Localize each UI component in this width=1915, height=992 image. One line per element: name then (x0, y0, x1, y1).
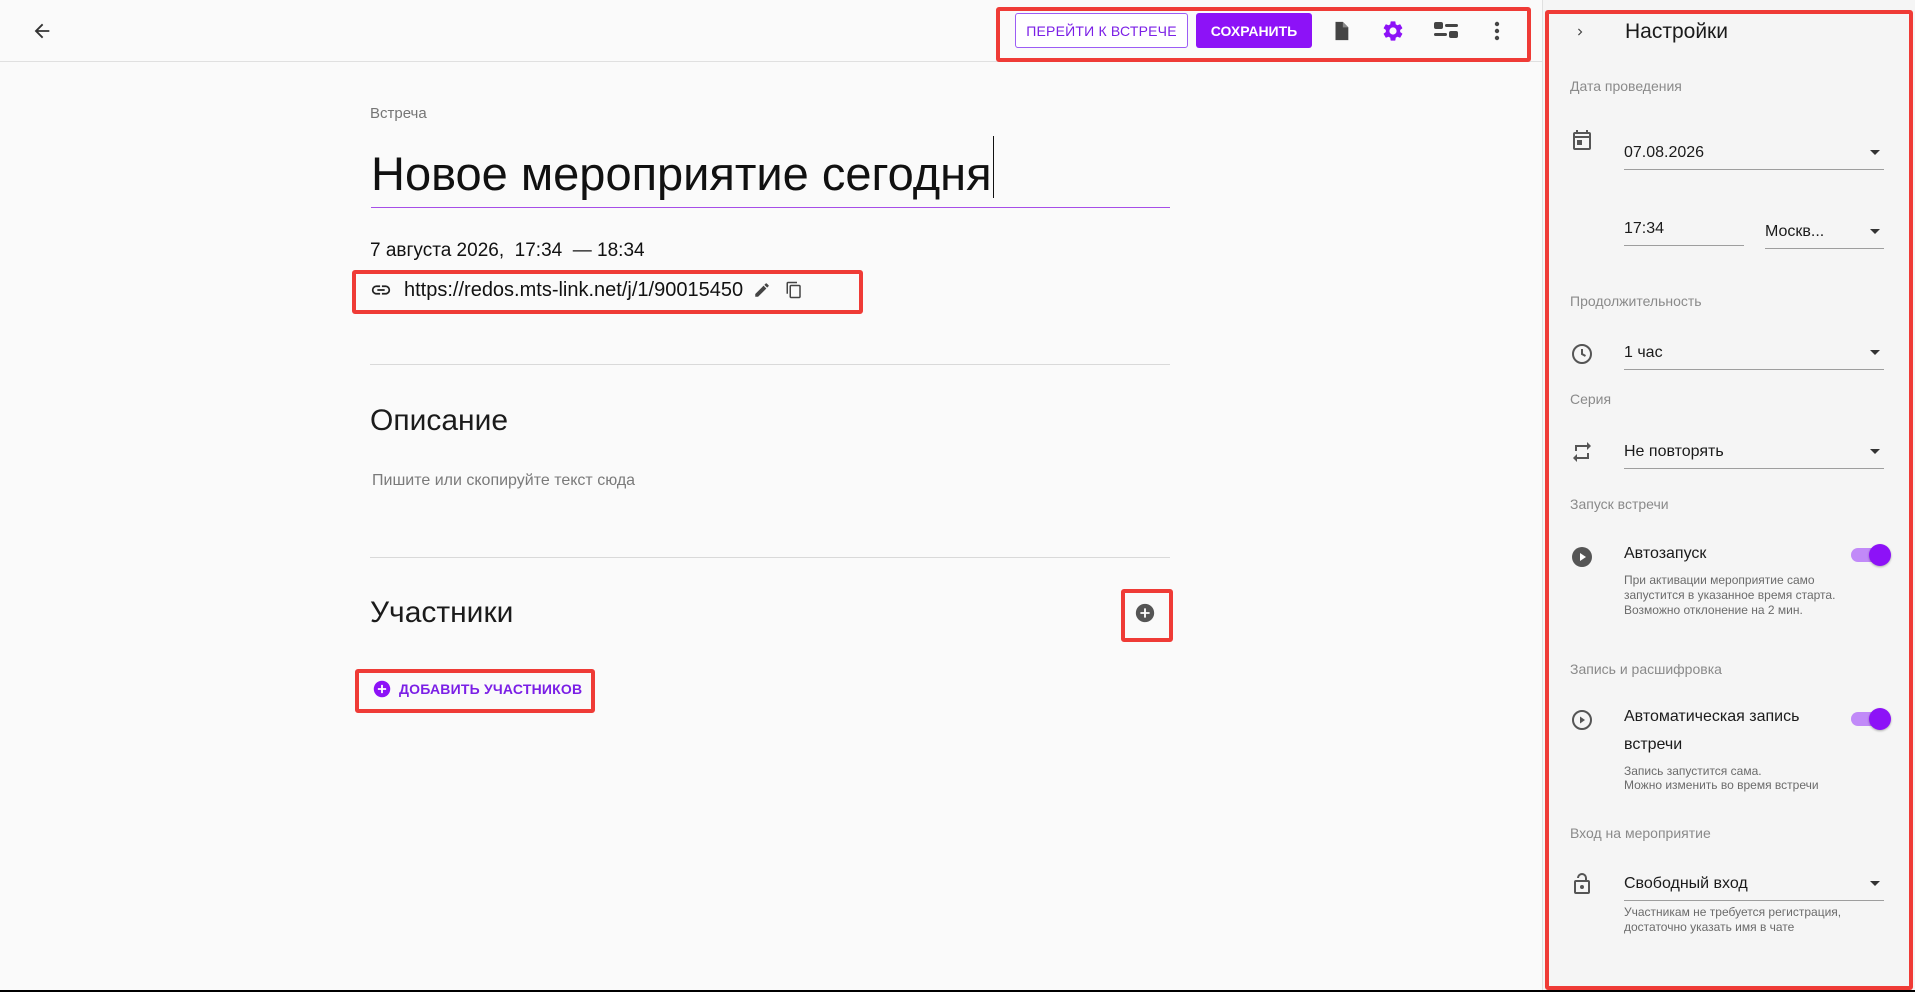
plus-circle-icon (1135, 603, 1155, 623)
dropdown-arrow-icon (1870, 449, 1880, 454)
add-participant-button[interactable] (1133, 601, 1157, 625)
autorecord-hint-2: Можно изменить во время встречи (1624, 778, 1819, 792)
timezone-select[interactable]: Москв... (1765, 215, 1884, 249)
dropdown-arrow-icon (1870, 881, 1880, 886)
copy-icon[interactable] (785, 280, 803, 300)
toggle-knob (1869, 708, 1891, 730)
settings-title: Настройки (1625, 20, 1728, 43)
add-participants-button[interactable]: ДОБАВИТЬ УЧАСТНИКОВ (373, 680, 582, 698)
top-toolbar: ПЕРЕЙТИ К ВСТРЕЧЕ СОХРАНИТЬ (0, 0, 1542, 62)
back-arrow-icon (34, 23, 50, 39)
play-circle-icon (1572, 547, 1592, 567)
event-datetime: 7 августа 2026, 17:34 — 18:34 (370, 240, 645, 261)
document-icon (1335, 21, 1349, 41)
series-select[interactable]: Не повторять (1624, 435, 1884, 469)
autostart-label: Автозапуск (1624, 545, 1707, 562)
duration-select[interactable]: 1 час (1624, 336, 1884, 370)
autostart-toggle[interactable] (1851, 543, 1891, 566)
play-circle-outline-icon (1572, 710, 1592, 730)
date-value: 07.08.2026 (1624, 143, 1705, 161)
divider (370, 557, 1170, 558)
gear-icon (1383, 21, 1403, 41)
add-participants-label: ДОБАВИТЬ УЧАСТНИКОВ (399, 681, 583, 697)
duration-value: 1 час (1624, 343, 1663, 361)
date-select[interactable]: 07.08.2026 (1624, 136, 1884, 170)
app-window: ПЕРЕЙТИ К ВСТРЕЧЕ СОХРАНИТЬ Встреча Ново… (0, 0, 1915, 990)
autorecord-toggle[interactable] (1851, 707, 1891, 730)
goto-meeting-button[interactable]: ПЕРЕЙТИ К ВСТРЕЧЕ (1015, 13, 1188, 48)
dropdown-arrow-icon (1870, 229, 1880, 234)
launch-section-label: Запуск встречи (1570, 496, 1669, 512)
entry-select[interactable]: Свободный вход (1624, 867, 1884, 901)
event-title-text: Новое мероприятие сегодня (371, 147, 992, 200)
autostart-hint: При активации мероприятие само запуститс… (1624, 573, 1836, 617)
document-button[interactable] (1328, 18, 1354, 44)
series-value: Не повторять (1624, 442, 1724, 460)
more-menu-button[interactable] (1486, 18, 1508, 44)
text-caret (992, 136, 994, 198)
time-input[interactable]: 17:34 (1624, 212, 1744, 246)
entry-hint: Участникам не требуется регистрация, дос… (1624, 905, 1842, 934)
back-button[interactable] (28, 19, 56, 43)
entry-value: Свободный вход (1624, 874, 1748, 892)
save-button[interactable]: СОХРАНИТЬ (1196, 13, 1312, 48)
layout-toggle-icon (1434, 22, 1458, 38)
recording-section-label: Запись и расшифровка (1570, 661, 1722, 677)
dropdown-arrow-icon (1870, 350, 1880, 355)
event-title-input[interactable]: Новое мероприятие сегодня (371, 136, 1170, 208)
series-section-label: Серия (1570, 391, 1612, 407)
duration-section-label: Продолжительность (1570, 293, 1702, 309)
date-section-label: Дата проведения (1570, 78, 1682, 94)
link-icon (371, 285, 391, 295)
plus-circle-icon (373, 680, 391, 698)
entry-section-label: Вход на мероприятие (1570, 825, 1711, 841)
meeting-link-text[interactable]: https://redos.mts-link.net/j/1/90015450 (404, 279, 743, 302)
timezone-value: Москв... (1765, 222, 1825, 240)
event-type-label: Встреча (370, 105, 427, 122)
dropdown-arrow-icon (1870, 150, 1880, 155)
event-editor: ПЕРЕЙТИ К ВСТРЕЧЕ СОХРАНИТЬ Встреча Ново… (0, 0, 1542, 990)
layout-button[interactable] (1432, 18, 1460, 44)
pencil-edit-icon[interactable] (753, 281, 771, 299)
toggle-knob (1869, 544, 1891, 566)
repeat-icon (1573, 442, 1591, 462)
description-input[interactable]: Пишите или скопируйте текст сюда (372, 472, 635, 490)
autorecord-label: Автоматическая запись встречи (1624, 708, 1800, 753)
divider (370, 364, 1170, 365)
settings-button[interactable] (1380, 18, 1406, 44)
time-value: 17:34 (1624, 219, 1665, 237)
clock-icon (1572, 344, 1592, 364)
meeting-link-row: https://redos.mts-link.net/j/1/90015450 (370, 276, 803, 304)
collapse-panel-button[interactable] (1568, 20, 1592, 44)
participants-heading: Участники (370, 596, 514, 629)
calendar-icon (1573, 130, 1591, 150)
autorecord-hint-1: Запись запустится сама. (1624, 764, 1762, 778)
lock-open-icon (1574, 873, 1590, 894)
description-heading: Описание (370, 404, 509, 437)
more-vertical-icon (1494, 21, 1500, 41)
chevron-right-icon (1578, 28, 1583, 36)
settings-panel: Настройки Дата проведения 07.08.2026 17:… (1542, 0, 1915, 990)
